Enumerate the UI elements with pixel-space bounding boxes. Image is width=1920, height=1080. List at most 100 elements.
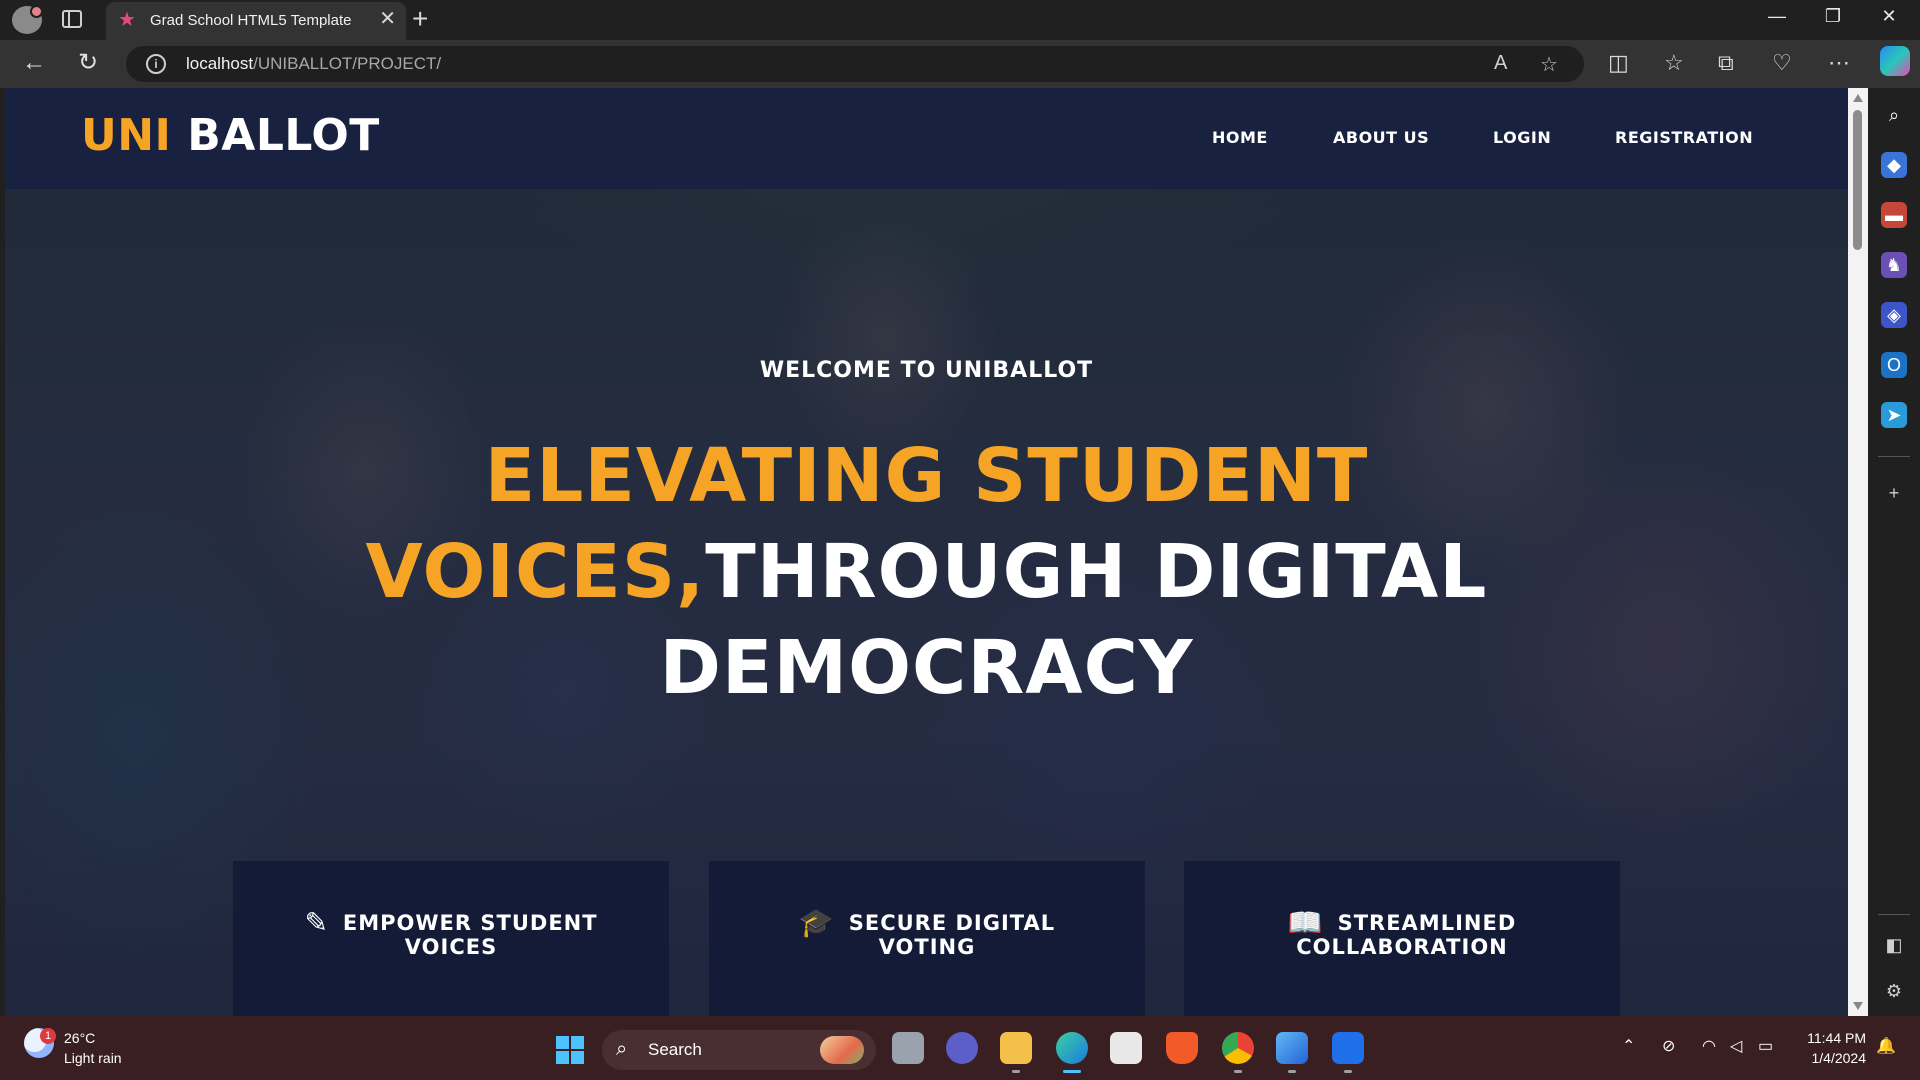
tab-actions-icon[interactable] (62, 10, 82, 28)
browser-essentials-icon[interactable]: ♡ (1772, 50, 1792, 76)
volume-icon[interactable]: ◁ (1730, 1036, 1742, 1056)
feature-line1: STREAMLINED (1337, 911, 1517, 935)
site-header: UNI BALLOT HOME ABOUT US LOGIN REGISTRAT… (5, 88, 1848, 189)
nav-login[interactable]: LOGIN (1493, 128, 1551, 147)
feature-line1: SECURE DIGITAL (848, 911, 1056, 935)
wifi-icon[interactable]: ◠ (1702, 1036, 1716, 1056)
clock-date[interactable]: 1/4/2024 (1800, 1050, 1867, 1066)
sidebar-divider (1878, 456, 1910, 457)
network-off-icon[interactable]: ⊘ (1662, 1036, 1675, 1056)
running-indicator (1012, 1070, 1020, 1073)
scroll-thumb[interactable] (1853, 110, 1862, 250)
hide-sidebar-icon[interactable]: ◧ (1881, 932, 1907, 958)
logo-ballot: BALLOT (187, 110, 380, 161)
pencil-icon: ✎ (304, 906, 329, 939)
favorites-icon[interactable]: ☆ (1664, 50, 1684, 76)
graduation-cap-icon: 🎓 (798, 906, 835, 939)
weather-description[interactable]: Light rain (64, 1050, 122, 1066)
microsoft-365-icon[interactable]: ◈ (1881, 302, 1907, 328)
games-icon[interactable]: ♞ (1881, 252, 1907, 278)
back-arrow-icon[interactable]: ← (22, 48, 46, 78)
app-launcher-icon[interactable] (1332, 1032, 1364, 1064)
browser-tab-bar: ★ Grad School HTML5 Template ✕ + — ❐ ✕ (0, 0, 1920, 40)
browser-tab[interactable]: ★ Grad School HTML5 Template ✕ (106, 2, 406, 40)
favorite-star-icon[interactable]: ☆ (1540, 52, 1558, 77)
taskbar-search[interactable]: ⌕ Search (602, 1030, 876, 1070)
feature-line2: VOICES (404, 935, 498, 959)
feature-line1: EMPOWER STUDENT (342, 911, 598, 935)
tools-icon[interactable]: ▬ (1881, 202, 1907, 228)
battery-icon[interactable]: ▭ (1758, 1036, 1773, 1056)
book-icon: 📖 (1287, 906, 1324, 939)
search-placeholder: Search (648, 1040, 702, 1059)
nav-home[interactable]: HOME (1212, 128, 1268, 147)
page-viewport: UNI BALLOT HOME ABOUT US LOGIN REGISTRAT… (5, 88, 1848, 1016)
settings-gear-icon[interactable]: ⚙ (1881, 978, 1907, 1004)
logo-uni: UNI (81, 110, 172, 161)
nav-registration[interactable]: REGISTRATION (1615, 128, 1753, 147)
nav-about-us[interactable]: ABOUT US (1333, 128, 1429, 147)
weather-temperature[interactable]: 26°C (64, 1030, 95, 1046)
feature-line2: COLLABORATION (1296, 935, 1508, 959)
address-bar[interactable]: i localhost/UNIBALLOT/PROJECT/ A ☆ (126, 46, 1584, 82)
headline-white-line2: DEMOCRACY (659, 625, 1194, 711)
running-indicator (1344, 1070, 1352, 1073)
collections-icon[interactable]: ⧉ (1718, 50, 1734, 76)
running-indicator (1234, 1070, 1242, 1073)
photos-icon[interactable] (1276, 1032, 1308, 1064)
chevron-up-icon[interactable]: ⌃ (1622, 1036, 1635, 1056)
edge-browser-icon[interactable] (1056, 1032, 1088, 1064)
more-options-icon[interactable]: ⋯ (1828, 50, 1850, 76)
feature-card-secure[interactable]: 🎓 SECURE DIGITAL VOTING (709, 861, 1145, 1016)
hero-headline: ELEVATING STUDENT VOICES,THROUGH DIGITAL… (205, 428, 1648, 716)
chrome-browser-icon[interactable] (1222, 1032, 1254, 1064)
feature-card-collaboration[interactable]: 📖 STREAMLINED COLLABORATION (1184, 861, 1620, 1016)
headline-orange-line1: ELEVATING STUDENT (484, 433, 1369, 519)
site-info-icon[interactable]: i (146, 54, 166, 74)
search-icon: ⌕ (616, 1038, 628, 1060)
brave-browser-icon[interactable] (1166, 1032, 1198, 1064)
windows-start-icon[interactable] (556, 1036, 584, 1064)
file-explorer-icon[interactable] (1000, 1032, 1032, 1064)
headline-orange-line2: VOICES, (365, 529, 706, 615)
add-icon[interactable]: + (1881, 480, 1907, 506)
close-window-button[interactable]: ✕ (1864, 6, 1914, 27)
browser-toolbar: ← ↻ i localhost/UNIBALLOT/PROJECT/ A ☆ ◫… (0, 40, 1920, 88)
windows-taskbar: 1 26°C Light rain ⌕ Search ⌃ ⊘ ◠ ◁ ▭ 11:… (0, 1016, 1920, 1080)
task-view-icon[interactable] (892, 1032, 924, 1064)
minimize-button[interactable]: — (1752, 6, 1802, 27)
profile-avatar-icon[interactable] (12, 5, 43, 34)
new-tab-button[interactable]: + (412, 4, 428, 34)
edge-sidebar: ⌕ ◆ ▬ ♞ ◈ O ➤ + ◧ ⚙ (1868, 88, 1920, 1016)
shopping-tag-icon[interactable]: ◆ (1881, 152, 1907, 178)
restore-button[interactable]: ❐ (1808, 6, 1858, 27)
clock-time[interactable]: 11:44 PM (1800, 1030, 1866, 1046)
teams-chat-icon[interactable] (946, 1032, 978, 1064)
notification-bell-icon[interactable]: 🔔 (1876, 1036, 1896, 1056)
search-icon[interactable]: ⌕ (1881, 102, 1907, 128)
split-screen-icon[interactable]: ◫ (1608, 50, 1629, 76)
welcome-subtitle: WELCOME TO UNIBALLOT (759, 358, 1094, 383)
read-aloud-icon[interactable]: A (1494, 52, 1507, 75)
feature-line2: VOTING (878, 935, 976, 959)
send-icon[interactable]: ➤ (1881, 402, 1907, 428)
refresh-icon[interactable]: ↻ (78, 48, 98, 78)
copilot-icon[interactable] (1880, 46, 1910, 76)
feature-card-empower[interactable]: ✎ EMPOWER STUDENT VOICES (233, 861, 669, 1016)
running-indicator (1288, 1070, 1296, 1073)
star-favicon-icon: ★ (118, 9, 136, 31)
weather-badge: 1 (40, 1028, 56, 1044)
outlook-icon[interactable]: O (1881, 352, 1907, 378)
tab-title: Grad School HTML5 Template (150, 12, 352, 29)
active-indicator (1063, 1070, 1081, 1073)
page-scrollbar[interactable] (1848, 88, 1868, 1016)
tab-close-icon[interactable]: ✕ (379, 8, 396, 30)
url-text[interactable]: localhost/UNIBALLOT/PROJECT/ (186, 54, 441, 74)
microsoft-store-icon[interactable] (1110, 1032, 1142, 1064)
scroll-up-icon[interactable] (1853, 94, 1863, 102)
site-logo[interactable]: UNI BALLOT (81, 110, 380, 161)
sidebar-divider (1878, 914, 1910, 915)
search-highlight-icon (820, 1036, 864, 1064)
headline-white-line1: THROUGH DIGITAL (705, 529, 1488, 615)
scroll-down-icon[interactable] (1853, 1002, 1863, 1010)
